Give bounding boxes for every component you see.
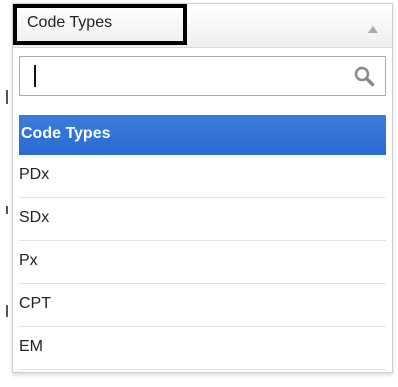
option-code-types[interactable]: Code Types	[19, 115, 386, 155]
search-box[interactable]	[19, 56, 386, 96]
option-pdx[interactable]: PDx	[19, 155, 386, 198]
option-em[interactable]: EM	[19, 327, 386, 370]
search-input[interactable]	[20, 57, 340, 95]
background-artifact	[6, 90, 8, 104]
background-artifact	[6, 206, 8, 214]
select-toggle[interactable]: Code Types	[13, 4, 392, 48]
background-artifact	[6, 305, 8, 317]
selected-value[interactable]: Code Types	[13, 4, 187, 45]
options-list: Code Types PDx SDx Px CPT EM	[19, 115, 386, 370]
code-types-dropdown: Code Types Code Types PDx SDx Px CPT EM	[12, 3, 393, 373]
option-cpt[interactable]: CPT	[19, 284, 386, 327]
option-px[interactable]: Px	[19, 241, 386, 284]
option-sdx[interactable]: SDx	[19, 198, 386, 241]
caret-up-icon[interactable]	[368, 26, 378, 33]
text-cursor	[34, 65, 36, 87]
search-icon[interactable]	[353, 65, 375, 87]
screen: Code Types Code Types PDx SDx Px CPT EM	[0, 0, 398, 387]
